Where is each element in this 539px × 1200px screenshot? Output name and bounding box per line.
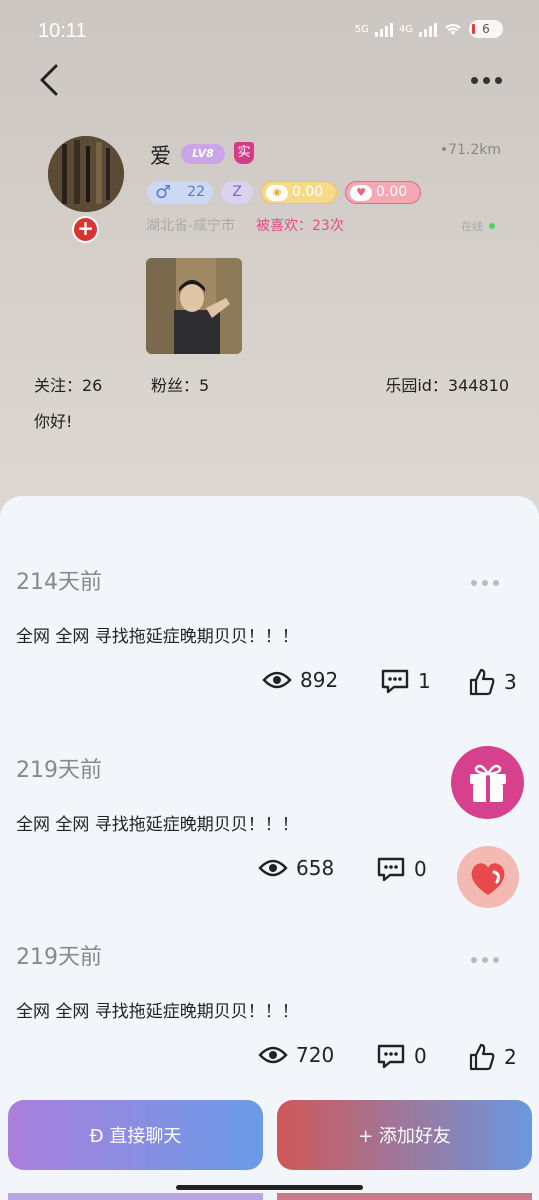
like-value: 2 (504, 1045, 517, 1069)
gender-age-tag: ♂ 22 (147, 181, 213, 204)
hearts-icon: ♥ (350, 184, 372, 201)
distance: •71.2km (439, 142, 501, 158)
thumbs-up-icon (469, 1043, 495, 1071)
chevron-left-icon (40, 64, 58, 96)
gift-button[interactable] (451, 746, 524, 819)
post-item[interactable]: 219天前 全网 全网 寻找拖延症晚期贝贝！！！ 720 0 2 (0, 933, 539, 1121)
add-badge-icon[interactable]: + (72, 216, 99, 243)
comment-button[interactable]: 0 (376, 856, 427, 882)
post-item[interactable]: 214天前 全网 全网 寻找拖延症晚期贝贝！！！ 892 1 3 (0, 558, 539, 746)
signal-icon-2 (419, 21, 437, 37)
thumbs-up-icon (469, 668, 495, 696)
status-time: 10:11 (38, 20, 87, 42)
coin-icon: ◉ (266, 184, 288, 201)
comment-icon (377, 857, 405, 882)
profile-tags: ♂ 22 Z ◉ 0.00 ♥ 0.00 (147, 181, 421, 205)
post-more-button[interactable] (471, 580, 499, 586)
charm-tag: ♥ 0.00 (345, 181, 421, 204)
view-count: 892 (262, 668, 338, 692)
comment-value: 0 (414, 1044, 427, 1068)
eye-icon (258, 1046, 288, 1064)
direct-chat-button[interactable]: Ð 直接聊天 (8, 1100, 263, 1170)
comment-button[interactable]: 1 (380, 668, 431, 694)
verified-badge: 实 (234, 142, 254, 164)
view-count: 658 (258, 856, 334, 880)
follow-count[interactable]: 关注：26 (34, 372, 102, 396)
post-text: 全网 全网 寻找拖延症晚期贝贝！！！ (16, 815, 299, 835)
post-text: 全网 全网 寻找拖延症晚期贝贝！！！ (16, 627, 299, 647)
charm-value: 0.00 (376, 184, 408, 200)
network-5g-label: 5G (354, 23, 369, 35)
post-time: 219天前 (16, 758, 102, 783)
gold-tag: ◉ 0.00 (261, 181, 337, 204)
age-value: 22 (187, 184, 205, 200)
like-button[interactable]: 2 (468, 1043, 517, 1071)
avatar[interactable] (48, 136, 124, 212)
eye-icon (258, 859, 288, 877)
network-4g-label: 4G (398, 23, 413, 35)
more-options-button[interactable] (471, 72, 505, 88)
online-status: 在线 (461, 218, 495, 234)
heart-icon (471, 863, 505, 895)
user-name: 爱 (150, 144, 171, 168)
like-value: 3 (504, 670, 517, 694)
male-icon: ♂ (155, 182, 172, 203)
gift-icon (470, 764, 506, 802)
level-badge: LV8 (181, 144, 225, 164)
profile-photo[interactable] (146, 258, 242, 354)
bottom-strip-right (277, 1193, 532, 1200)
gold-value: 0.00 (292, 184, 324, 200)
back-button[interactable] (36, 62, 66, 98)
post-text: 全网 全网 寻找拖延症晚期贝贝！！！ (16, 1002, 299, 1022)
park-id: 乐园id：344810 (385, 376, 509, 395)
post-time: 214天前 (16, 570, 102, 595)
signal-icon (374, 21, 393, 37)
eye-icon (262, 671, 292, 689)
photo-image (146, 258, 242, 354)
status-bar: 10:11 5G 4G 6 (0, 0, 539, 64)
add-friend-button[interactable]: + 添加好友 (277, 1100, 532, 1170)
online-label: 在线 (461, 220, 483, 233)
comment-icon (377, 1044, 405, 1069)
like-button[interactable]: 3 (468, 668, 517, 696)
heart-button[interactable] (457, 846, 519, 908)
fans-count[interactable]: 粉丝：5 (151, 372, 209, 396)
zodiac-tag: Z (221, 181, 253, 204)
online-dot-icon (489, 223, 495, 229)
wifi-icon (445, 24, 461, 35)
post-time: 219天前 (16, 945, 102, 970)
home-indicator[interactable] (176, 1185, 363, 1190)
bio-text: 你好! (34, 412, 73, 431)
bottom-strip-left (8, 1193, 263, 1200)
avatar-image (48, 136, 124, 212)
view-value: 720 (296, 1043, 335, 1067)
battery-icon: 6 (469, 20, 503, 38)
liked-count: 被喜欢：23次 (256, 218, 344, 234)
view-value: 658 (296, 856, 335, 880)
comment-icon (381, 669, 409, 694)
view-count: 720 (258, 1043, 334, 1067)
comment-value: 0 (414, 857, 427, 881)
comment-button[interactable]: 0 (376, 1043, 427, 1069)
comment-value: 1 (418, 669, 431, 693)
post-more-button[interactable] (471, 957, 499, 963)
system-icons: 5G 4G 6 (355, 20, 503, 38)
location-text: 湖北省-咸宁市 (146, 218, 236, 234)
view-value: 892 (300, 668, 339, 692)
